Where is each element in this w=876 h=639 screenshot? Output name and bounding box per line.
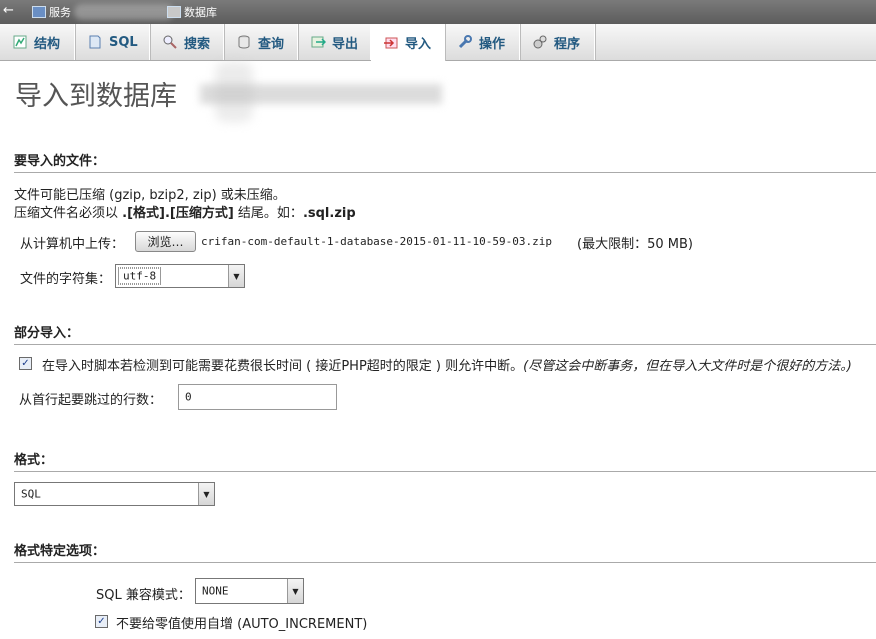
structure-icon (12, 34, 28, 50)
server-icon (32, 6, 46, 18)
sql-compat-value: NONE (202, 584, 229, 598)
sql-icon (87, 34, 103, 50)
query-icon (236, 34, 252, 50)
sql-compat-select[interactable]: NONE ▼ (195, 578, 304, 604)
breadcrumb-database-label: 数据库 (184, 6, 217, 19)
tab-bar: 结构 SQL 搜索 查询 导出 导入 操作 程序 (0, 24, 876, 61)
tab-sql[interactable]: SQL (75, 24, 150, 60)
tab-structure[interactable]: 结构 (0, 24, 75, 60)
charset-label: 文件的字符集： (20, 272, 112, 287)
tab-routines-label: 程序 (554, 36, 581, 52)
breadcrumb-server-label: 服务 (49, 6, 71, 19)
allow-interrupt-label: 在导入时脚本若检测到可能需要花费很长时间 ( 接近PHP超时的限定 ) 则允许中… (42, 355, 852, 374)
tab-sql-label: SQL (109, 34, 138, 50)
chevron-down-icon: ▼ (198, 483, 214, 505)
file-compression-note: 文件可能已压缩 (gzip, bzip2, zip) 或未压缩。 (14, 188, 286, 203)
search-icon (162, 34, 178, 50)
page-title: 导入到数据库 (15, 81, 177, 112)
format-note-pattern: .[格式].[压缩方式] (122, 206, 234, 221)
file-name-format-note: 压缩文件名必须以 .[格式].[压缩方式] 结尾。如：.sql.zip (14, 202, 356, 221)
max-upload-limit: (最大限制：50 MB) (577, 237, 693, 252)
charset-select[interactable]: utf-8 ▼ (115, 264, 245, 288)
skip-rows-input[interactable]: 0 (178, 384, 337, 410)
tab-query[interactable]: 查询 (224, 24, 298, 60)
tab-search-label: 搜索 (184, 36, 211, 52)
no-auto-value-on-zero-checkbox[interactable]: ✓ (95, 615, 108, 628)
import-icon (383, 35, 399, 51)
format-select-value: SQL (21, 487, 41, 501)
tab-export-label: 导出 (332, 36, 359, 52)
tab-import-label: 导入 (405, 37, 432, 52)
tab-operations-label: 操作 (479, 36, 506, 52)
wrench-icon (457, 34, 473, 50)
chevron-down-icon: ▼ (287, 579, 303, 603)
format-note-example: .sql.zip (302, 206, 356, 221)
tab-operations[interactable]: 操作 (445, 24, 520, 60)
format-note-prefix: 压缩文件名必须以 (14, 206, 123, 221)
charset-select-value: utf-8 (117, 267, 162, 285)
tab-export[interactable]: 导出 (298, 24, 371, 60)
sql-compat-label: SQL 兼容模式： (96, 588, 191, 603)
format-note-mid: 结尾。如： (233, 206, 303, 221)
redacted-database-name (200, 84, 442, 104)
tab-routines[interactable]: 程序 (520, 24, 595, 60)
back-arrow-icon[interactable]: ← (3, 3, 14, 18)
top-breadcrumb-bar: ← 服务 数据库 (0, 0, 876, 24)
partial-section-heading: 部分导入： (14, 322, 876, 345)
upload-label: 从计算机中上传： (20, 237, 125, 252)
no-auto-value-on-zero-label: 不要给零值使用自增 (AUTO_INCREMENT) (116, 617, 368, 632)
selected-file-name: crifan-com-default-1-database-2015-01-11… (201, 235, 552, 248)
browse-button[interactable]: 浏览… (135, 231, 196, 252)
tab-structure-label: 结构 (34, 36, 61, 52)
chevron-down-icon: ▼ (228, 265, 244, 287)
breadcrumb-server[interactable]: 服务 (32, 4, 71, 20)
format-select[interactable]: SQL ▼ (14, 482, 215, 506)
allow-interrupt-checkbox[interactable]: ✓ (19, 357, 32, 370)
skip-rows-value: 0 (185, 390, 192, 404)
redacted-server-name (74, 4, 174, 20)
allow-interrupt-text: 在导入时脚本若检测到可能需要花费很长时间 ( 接近PHP超时的限定 ) 则允许中… (42, 359, 524, 374)
tab-import[interactable]: 导入 (371, 24, 445, 61)
format-section-heading: 格式： (14, 449, 876, 472)
tab-query-label: 查询 (258, 36, 285, 52)
tab-search[interactable]: 搜索 (150, 24, 224, 60)
allow-interrupt-note: (尽管这会中断事务，但在导入大文件时是个很好的方法。) (523, 359, 852, 374)
file-section-heading: 要导入的文件： (14, 150, 876, 173)
format-options-heading: 格式特定选项： (14, 540, 876, 563)
export-icon (310, 34, 326, 50)
database-icon (167, 6, 181, 18)
skip-rows-label: 从首行起要跳过的行数： (19, 393, 163, 408)
breadcrumb-database[interactable]: 数据库 (167, 4, 217, 20)
routines-icon (532, 34, 548, 50)
